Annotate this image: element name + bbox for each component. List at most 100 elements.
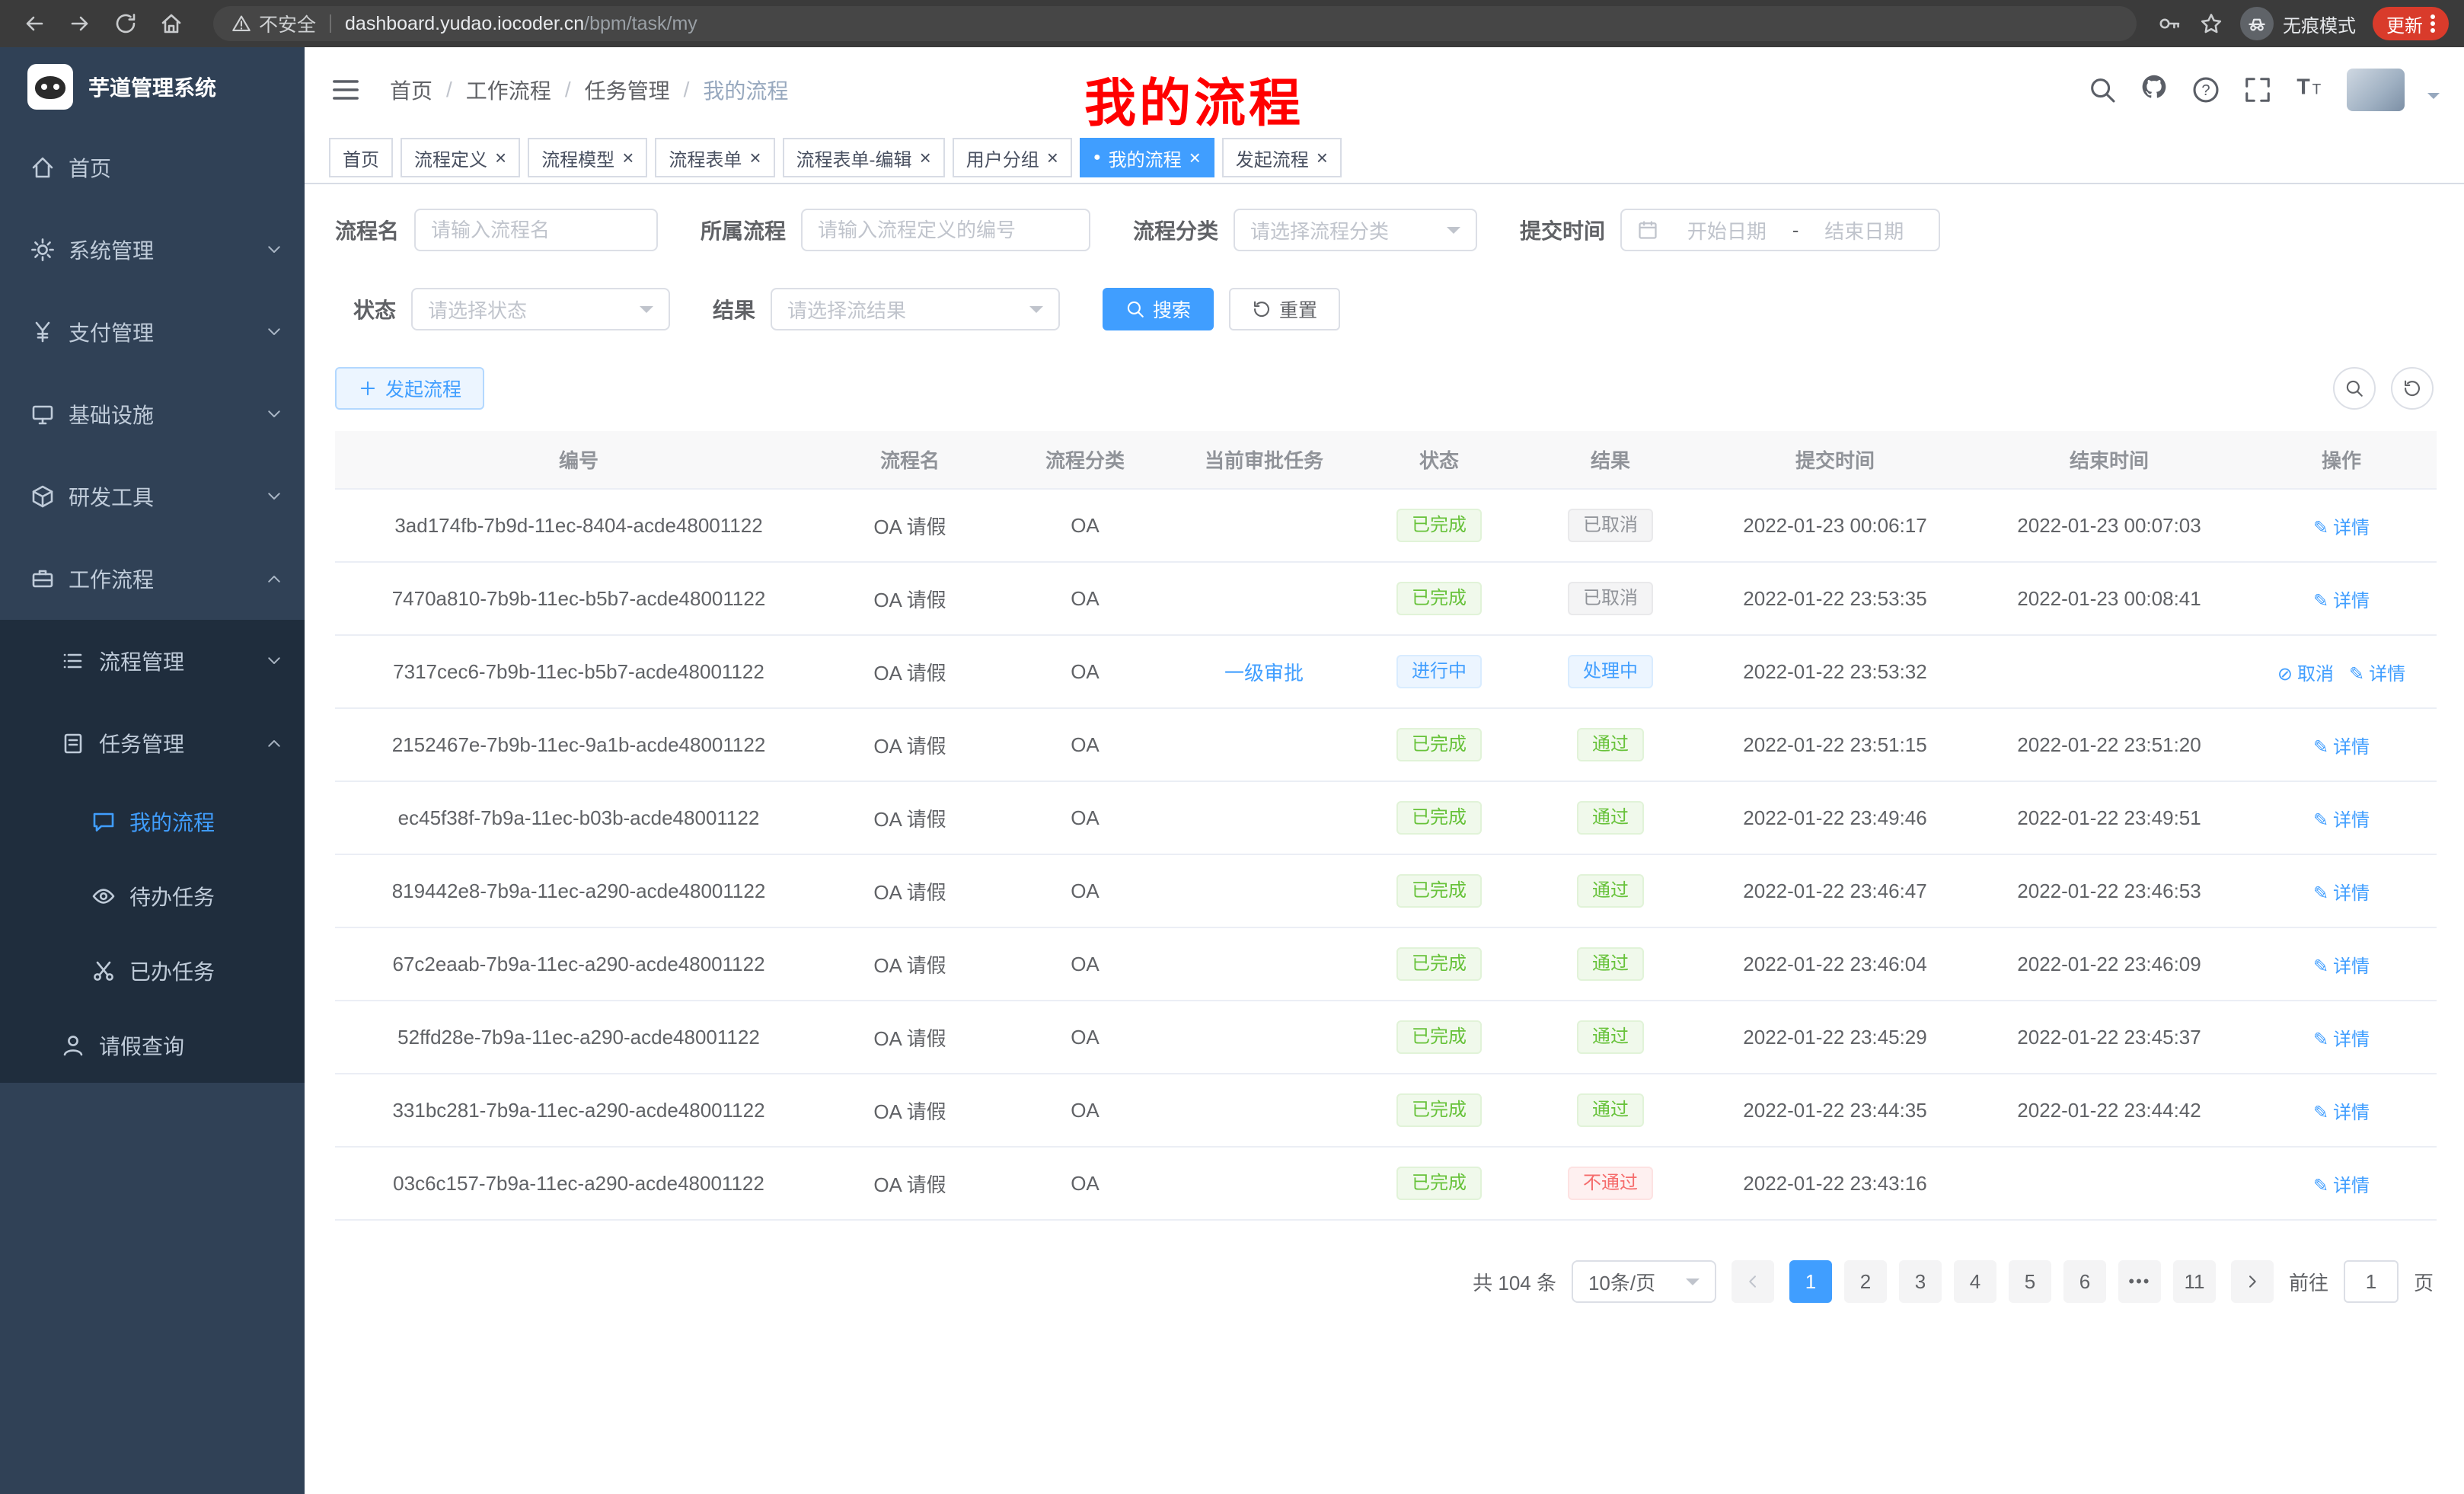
category-select[interactable]: 请选择流程分类 <box>1234 209 1477 251</box>
create-process-label: 发起流程 <box>385 375 461 402</box>
detail-action-link[interactable]: 详情 <box>2313 737 2370 758</box>
sidebar-item-done-tasks[interactable]: 已办任务 <box>0 934 305 1008</box>
browser-forward-button[interactable] <box>61 5 99 43</box>
cube-icon <box>30 484 55 509</box>
browser-home-button[interactable] <box>152 5 190 43</box>
end-date-placeholder: 结束日期 <box>1805 216 1923 244</box>
cell-name: OA 请假 <box>822 781 997 854</box>
tab-close-icon[interactable]: × <box>749 148 761 168</box>
detail-action-link[interactable]: 详情 <box>2313 1103 2370 1123</box>
tab-close-icon[interactable]: × <box>495 148 506 168</box>
detail-action-link[interactable]: 详情 <box>2349 664 2405 685</box>
breadcrumb-label[interactable]: 首页 <box>390 75 432 105</box>
page-button[interactable]: 2 <box>1844 1260 1887 1303</box>
prev-page-button[interactable] <box>1732 1260 1774 1303</box>
tab[interactable]: 首页 <box>329 138 393 177</box>
breadcrumb-label[interactable]: 我的流程 <box>703 75 788 105</box>
page-button[interactable]: 11 <box>2173 1260 2216 1303</box>
cell-end-time: 2022-01-22 23:46:53 <box>1972 854 2246 927</box>
tab[interactable]: 流程模型 × <box>528 138 647 177</box>
detail-action-link[interactable]: 详情 <box>2313 1030 2370 1050</box>
toggle-search-button[interactable] <box>2333 367 2376 410</box>
sidebar-toggle[interactable] <box>329 73 362 107</box>
refresh-table-button[interactable] <box>2391 367 2434 410</box>
breadcrumb-item[interactable]: 首页/ <box>390 75 466 105</box>
sidebar-item-todo-tasks[interactable]: 待办任务 <box>0 859 305 934</box>
update-button[interactable]: 更新 <box>2373 7 2449 40</box>
font-size-icon[interactable]: TT <box>2295 72 2324 107</box>
sidebar-item-process-mgmt[interactable]: 流程管理 <box>0 620 305 702</box>
page-button[interactable]: 4 <box>1954 1260 1996 1303</box>
page-button[interactable]: 6 <box>2063 1260 2106 1303</box>
avatar-caret-icon[interactable] <box>2427 93 2440 105</box>
search-icon[interactable] <box>2088 75 2117 104</box>
address-bar[interactable]: 不安全 dashboard.yudao.iocoder.cn/bpm/task/… <box>213 6 2137 41</box>
tab[interactable]: ● 我的流程 × <box>1080 138 1214 177</box>
tab[interactable]: 用户分组 × <box>953 138 1072 177</box>
browser-back-button[interactable] <box>15 5 53 43</box>
fullscreen-icon[interactable] <box>2243 75 2272 104</box>
breadcrumb-item[interactable]: 任务管理/ <box>585 75 704 105</box>
result-select[interactable]: 请选择流结果 <box>771 288 1060 330</box>
detail-action-link[interactable]: 详情 <box>2313 956 2370 977</box>
create-process-button[interactable]: 发起流程 <box>335 367 484 410</box>
page-button[interactable]: 5 <box>2009 1260 2051 1303</box>
goto-page-input[interactable] <box>2344 1260 2399 1303</box>
status-select[interactable]: 请选择状态 <box>411 288 670 330</box>
page-size-select[interactable]: 10条/页 <box>1572 1260 1716 1303</box>
col-id: 编号 <box>335 431 822 489</box>
sidebar-item-system[interactable]: 系统管理 <box>0 209 305 291</box>
tab[interactable]: 流程表单 × <box>655 138 774 177</box>
sidebar-item-leave-query[interactable]: 请假查询 <box>0 1008 305 1083</box>
cancel-action-link[interactable]: 取消 <box>2277 664 2334 685</box>
github-icon[interactable] <box>2140 72 2169 107</box>
tab-close-icon[interactable]: × <box>622 148 634 168</box>
col-name: 流程名 <box>822 431 997 489</box>
detail-action-link[interactable]: 详情 <box>2313 591 2370 611</box>
sidebar-item-task-mgmt[interactable]: 任务管理 <box>0 702 305 784</box>
breadcrumb-item[interactable]: 我的流程 <box>703 75 788 105</box>
sidebar-item-my-process[interactable]: 我的流程 <box>0 784 305 859</box>
sidebar-item-devtools[interactable]: 研发工具 <box>0 455 305 538</box>
clipboard-icon <box>61 731 85 755</box>
tab-close-icon[interactable]: × <box>1189 148 1201 168</box>
detail-action-link[interactable]: 详情 <box>2313 883 2370 904</box>
avatar[interactable] <box>2347 69 2405 111</box>
browser-controls: 无痕模式 更新 <box>2158 7 2449 40</box>
sidebar-item-infra[interactable]: 基础设施 <box>0 373 305 455</box>
next-page-button[interactable] <box>2231 1260 2274 1303</box>
security-warning[interactable]: 不安全 <box>231 10 316 37</box>
detail-action-link[interactable]: 详情 <box>2313 810 2370 831</box>
page-button[interactable]: 1 <box>1789 1260 1832 1303</box>
app-logo[interactable]: 芋道管理系统 <box>0 47 305 126</box>
sidebar-item-payment[interactable]: 支付管理 <box>0 291 305 373</box>
tab-label: 流程定义 <box>414 145 487 171</box>
tab-close-icon[interactable]: × <box>1317 148 1328 168</box>
breadcrumb-label[interactable]: 工作流程 <box>466 75 551 105</box>
breadcrumb-item[interactable]: 工作流程/ <box>466 75 585 105</box>
detail-action-link[interactable]: 详情 <box>2313 518 2370 538</box>
reset-button[interactable]: 重置 <box>1229 288 1340 330</box>
help-icon[interactable]: ? <box>2191 75 2220 104</box>
parent-process-input[interactable] <box>801 209 1090 251</box>
tab-close-icon[interactable]: × <box>920 148 931 168</box>
browser-reload-button[interactable] <box>107 5 145 43</box>
breadcrumb-label[interactable]: 任务管理 <box>585 75 670 105</box>
page-button[interactable]: ••• <box>2118 1260 2161 1303</box>
tab-close-icon[interactable]: × <box>1047 148 1058 168</box>
menu-kebab-icon[interactable] <box>2430 12 2435 35</box>
tab[interactable]: 流程定义 × <box>401 138 520 177</box>
detail-action-link[interactable]: 详情 <box>2313 1176 2370 1196</box>
password-key-icon[interactable] <box>2158 11 2182 36</box>
sidebar-item-workflow[interactable]: 工作流程 <box>0 538 305 620</box>
profile-badge[interactable]: 无痕模式 <box>2240 7 2356 40</box>
search-button[interactable]: 搜索 <box>1103 288 1214 330</box>
page-button[interactable]: 3 <box>1899 1260 1942 1303</box>
bookmark-star-icon[interactable] <box>2199 11 2223 36</box>
tab[interactable]: 流程表单-编辑 × <box>783 138 945 177</box>
process-name-input[interactable] <box>414 209 658 251</box>
current-task-link[interactable]: 一级审批 <box>1224 662 1304 685</box>
tab[interactable]: 发起流程 × <box>1222 138 1342 177</box>
sidebar-item-home[interactable]: 首页 <box>0 126 305 209</box>
date-range-picker[interactable]: 开始日期 - 结束日期 <box>1620 209 1940 251</box>
